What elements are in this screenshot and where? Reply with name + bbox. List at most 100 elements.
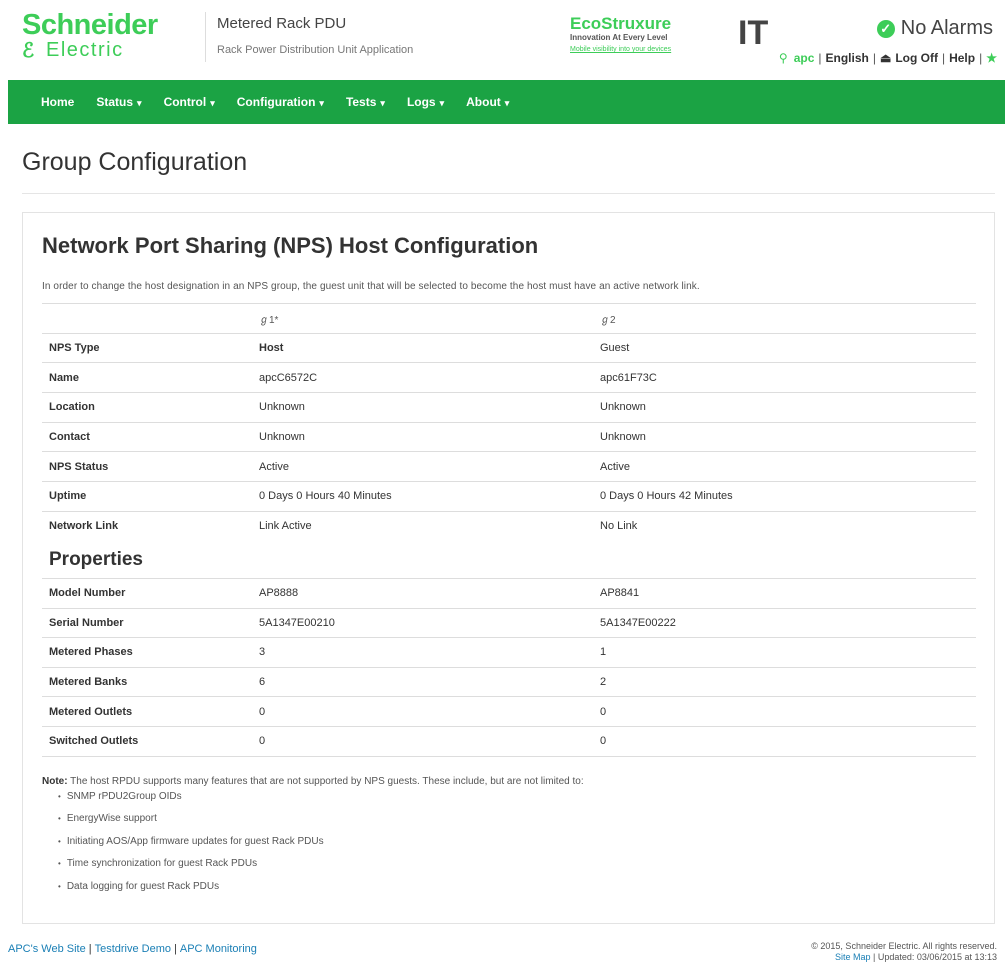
- note-label: Note:: [42, 776, 68, 787]
- logo-mark-icon: ℰ: [22, 40, 35, 62]
- row-label: Serial Number: [42, 607, 252, 638]
- table-row: NPS Status Active Active: [42, 451, 976, 482]
- table-row: Location Unknown Unknown: [42, 392, 976, 423]
- row-label: Uptime: [42, 481, 252, 512]
- cell-value: Host: [252, 332, 593, 363]
- nav-control[interactable]: Control ▾: [164, 95, 215, 109]
- cell-value: 0: [252, 696, 593, 727]
- chevron-down-icon: ▾: [210, 98, 215, 108]
- user-links: ⚲ apc | English | ⏏ Log Off | Help | ★: [779, 51, 997, 65]
- nav-home[interactable]: Home: [41, 95, 74, 109]
- title-divider: [22, 193, 995, 194]
- cell-value: 0: [252, 725, 593, 757]
- table-header-row: ℊ1* ℊ2: [42, 303, 976, 334]
- footer-meta: Site Map | Updated: 03/06/2015 at 13:13: [811, 952, 997, 963]
- row-label: NPS Status: [42, 451, 252, 482]
- row-label: Contact: [42, 421, 252, 452]
- chevron-down-icon: ▾: [319, 98, 324, 108]
- note-list: SNMP rPDU2Group OIDs EnergyWise support …: [58, 791, 324, 903]
- note-text: Note: The host RPDU supports many featur…: [42, 776, 584, 787]
- chevron-down-icon: ▾: [504, 98, 510, 108]
- help-link[interactable]: Help: [949, 51, 975, 65]
- chevron-down-icon: ▾: [137, 98, 142, 108]
- footer-link-testdrive[interactable]: Testdrive Demo: [95, 943, 171, 955]
- table-row: Metered Banks 6 2: [42, 666, 976, 697]
- footer-link-monitoring[interactable]: APC Monitoring: [180, 943, 257, 955]
- cell-value: apcC6572C: [252, 362, 593, 393]
- app-title: Metered Rack PDU: [217, 15, 347, 32]
- nav-status[interactable]: Status ▾: [96, 95, 141, 109]
- note-body: The host RPDU supports many features tha…: [70, 776, 584, 787]
- row-label: Metered Outlets: [42, 696, 252, 727]
- cell-value: 0 Days 0 Hours 40 Minutes: [252, 481, 593, 512]
- column-header-unit1: ℊ1*: [252, 303, 593, 334]
- row-label: Model Number: [42, 578, 252, 609]
- alarm-status[interactable]: ✓ No Alarms: [876, 17, 993, 40]
- separator: |: [88, 943, 92, 955]
- cell-value: 5A1347E00222: [593, 607, 976, 638]
- cell-value: 0: [593, 725, 976, 757]
- eco-mobile-link[interactable]: Mobile visibility into your devices: [570, 45, 750, 55]
- schneider-logo[interactable]: Schneider ℰ Electric: [22, 9, 202, 62]
- logoff-icon: ⏏: [879, 51, 892, 65]
- alarm-status-label: No Alarms: [900, 17, 993, 39]
- cell-value: AP8841: [593, 578, 976, 609]
- logoff-link[interactable]: Log Off: [895, 51, 938, 65]
- cell-value: 0 Days 0 Hours 42 Minutes: [593, 481, 976, 512]
- header-divider: [205, 12, 206, 62]
- cell-value: Unknown: [593, 392, 976, 423]
- table-row: NPS Type Host Guest: [42, 332, 976, 363]
- row-label: NPS Type: [42, 332, 252, 363]
- row-label: Metered Banks: [42, 666, 252, 697]
- table-row: Uptime 0 Days 0 Hours 40 Minutes 0 Days …: [42, 481, 976, 512]
- list-item: Time synchronization for guest Rack PDUs: [58, 858, 324, 880]
- separator: |: [979, 51, 983, 65]
- page-title: Group Configuration: [22, 148, 248, 176]
- cell-value: Guest: [593, 332, 976, 363]
- column-header-unit2: ℊ2: [593, 303, 976, 334]
- separator: |: [818, 51, 822, 65]
- cell-value: 1: [593, 637, 976, 668]
- sitemap-link[interactable]: Site Map: [835, 952, 871, 962]
- cell-value: 6: [252, 666, 593, 697]
- nav-about[interactable]: About ▾: [466, 95, 509, 109]
- footer-links: APC's Web Site | Testdrive Demo | APC Mo…: [8, 943, 257, 955]
- separator: |: [174, 943, 177, 955]
- row-label: Name: [42, 362, 252, 393]
- table-row: Model Number AP8888 AP8841: [42, 578, 976, 609]
- nav-tests[interactable]: Tests ▾: [346, 95, 385, 109]
- eco-it-mark: IT: [738, 14, 769, 52]
- table-row: Metered Outlets 0 0: [42, 696, 976, 727]
- user-link[interactable]: apc: [794, 51, 815, 65]
- cell-value: Unknown: [252, 421, 593, 452]
- cell-value: Active: [593, 451, 976, 482]
- row-label: Location: [42, 392, 252, 423]
- nav-logs[interactable]: Logs ▾: [407, 95, 444, 109]
- nps-host-table: ℊ1* ℊ2 NPS Type Host Guest Name apcC6572…: [42, 303, 976, 541]
- ecostruxure-logo[interactable]: EcoStruxure Innovation At Every Level Mo…: [570, 15, 750, 65]
- table-row: Network Link Link Active No Link: [42, 510, 976, 541]
- updated-text: Updated: 03/06/2015 at 13:13: [877, 952, 997, 962]
- cell-value: 3: [252, 637, 593, 668]
- nav-configuration[interactable]: Configuration ▾: [237, 95, 324, 109]
- table-row: Serial Number 5A1347E00210 5A1347E00222: [42, 607, 976, 638]
- pin-icon[interactable]: ★: [986, 51, 997, 65]
- properties-table: Model Number AP8888 AP8841 Serial Number…: [42, 578, 976, 757]
- user-icon: ⚲: [778, 51, 788, 65]
- column-header: [42, 303, 252, 334]
- separator: |: [941, 51, 946, 65]
- footer-link-apc-site[interactable]: APC's Web Site: [8, 943, 86, 955]
- page-header: Schneider ℰ Electric Metered Rack PDU Ra…: [0, 0, 1005, 76]
- separator: |: [872, 51, 876, 65]
- list-item: Data logging for guest Rack PDUs: [58, 881, 324, 903]
- eco-wordmark: EcoStruxure: [570, 14, 672, 33]
- cell-value: 5A1347E00210: [252, 607, 593, 638]
- table-row: Metered Phases 3 1: [42, 637, 976, 668]
- main-navbar: Home Status ▾ Control ▾ Configuration ▾ Tes…: [8, 80, 1005, 124]
- language-link[interactable]: English: [826, 51, 869, 65]
- cell-value: 2: [593, 666, 976, 697]
- cell-value: Link Active: [252, 510, 593, 541]
- properties-title: Properties: [49, 549, 143, 570]
- logo-wordmark: Schneider: [22, 9, 158, 41]
- table-row: Switched Outlets 0 0: [42, 725, 976, 757]
